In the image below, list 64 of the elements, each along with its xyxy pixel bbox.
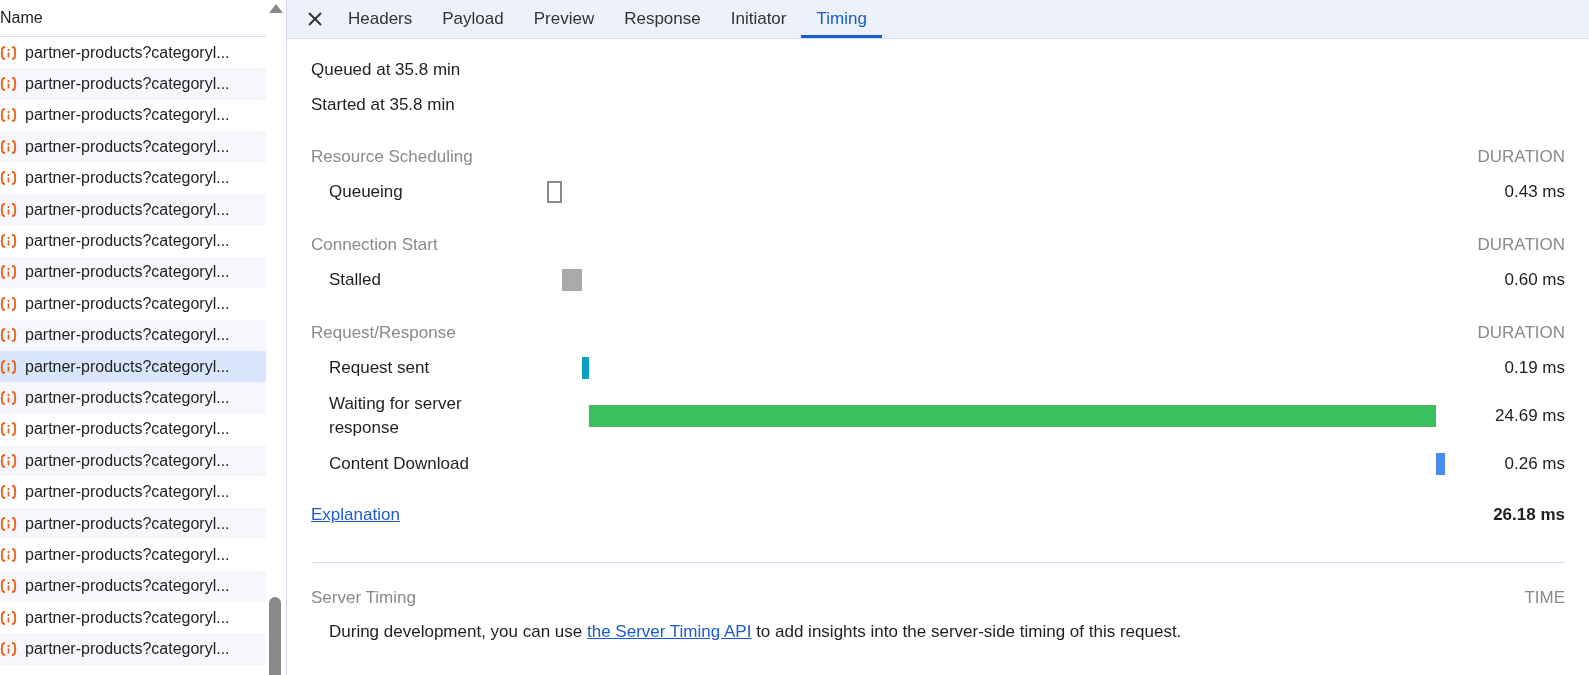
- json-braces-icon: [0, 44, 18, 61]
- phase-label: Stalled: [328, 269, 382, 291]
- request-row[interactable]: partner-products?categoryl...: [0, 193, 266, 226]
- json-braces-icon: [0, 138, 18, 155]
- section-title: Connection Start: [311, 234, 438, 256]
- scroll-up-arrow-icon: [268, 2, 284, 14]
- total-duration: 26.18 ms: [1493, 505, 1565, 525]
- server-timing-api-link[interactable]: the Server Timing API: [587, 622, 752, 641]
- json-braces-icon: [0, 546, 18, 563]
- request-row[interactable]: partner-products?categoryl...: [0, 507, 266, 540]
- column-label: DURATION: [1477, 234, 1565, 256]
- request-row[interactable]: partner-products?categoryl...: [0, 350, 266, 383]
- phase-label: Content Download: [328, 453, 470, 475]
- column-label: TIME: [1524, 587, 1565, 609]
- request-row[interactable]: partner-products?categoryl...: [0, 633, 266, 665]
- phase-label: Queueing: [328, 181, 404, 203]
- explanation-link[interactable]: Explanation: [311, 505, 400, 525]
- section-title: Request/Response: [311, 322, 456, 344]
- json-braces-icon: [0, 107, 18, 124]
- request-row[interactable]: partner-products?categoryl...: [0, 445, 266, 477]
- duration-value: 0.19 ms: [1503, 358, 1565, 378]
- duration-value: 24.69 ms: [1494, 406, 1565, 426]
- json-braces-icon: [0, 264, 18, 281]
- phase-label: Request sent: [328, 357, 431, 379]
- json-braces-icon: [0, 641, 18, 658]
- tab[interactable]: Initiator: [715, 0, 802, 38]
- column-label: DURATION: [1477, 146, 1565, 168]
- json-braces-icon: [0, 201, 18, 218]
- json-braces-icon: [0, 233, 18, 250]
- request-row[interactable]: partner-products?categoryl...: [0, 570, 266, 603]
- json-braces-icon: [0, 390, 18, 406]
- phase-label: Waiting for server response: [328, 393, 463, 439]
- json-braces-icon: [0, 578, 18, 595]
- queued-time: Queued at 35.8 min: [311, 59, 462, 81]
- request-row[interactable]: partner-products?categoryl...: [0, 319, 266, 351]
- duration-value: 0.26 ms: [1503, 454, 1565, 474]
- tab[interactable]: Headers: [333, 0, 428, 38]
- close-icon: [307, 11, 323, 27]
- tab[interactable]: Timing: [801, 0, 882, 38]
- request-row[interactable]: partner-products?categoryl...: [0, 68, 266, 100]
- section-title: Resource Scheduling: [311, 146, 473, 168]
- json-braces-icon: [0, 76, 18, 93]
- request-row[interactable]: partner-products?categoryl...: [0, 382, 266, 414]
- json-braces-icon: [0, 295, 18, 312]
- json-braces-icon: [0, 170, 18, 187]
- server-timing-text: During development, you can use the Server Timing API to add insights into the server-side timing of this request.: [329, 621, 1183, 643]
- json-braces-icon: [0, 358, 18, 375]
- scrollbar-thumb[interactable]: [269, 597, 281, 675]
- json-braces-icon: [0, 484, 18, 501]
- tab[interactable]: Preview: [518, 0, 610, 38]
- started-time: Started at 35.8 min: [311, 94, 456, 116]
- json-braces-icon: [0, 515, 18, 532]
- request-row[interactable]: partner-products?categoryl...: [0, 256, 266, 289]
- duration-value: 0.43 ms: [1503, 182, 1565, 202]
- column-label: DURATION: [1477, 322, 1565, 344]
- tab[interactable]: Response: [609, 0, 716, 38]
- request-row[interactable]: partner-products?categoryl...: [0, 131, 266, 163]
- json-braces-icon: [0, 452, 18, 469]
- json-braces-icon: [0, 609, 18, 626]
- tab[interactable]: Payload: [427, 0, 519, 38]
- section-title: Server Timing: [311, 587, 416, 609]
- json-braces-icon: [0, 421, 18, 438]
- duration-value: 0.60 ms: [1503, 270, 1565, 290]
- json-braces-icon: [0, 327, 18, 344]
